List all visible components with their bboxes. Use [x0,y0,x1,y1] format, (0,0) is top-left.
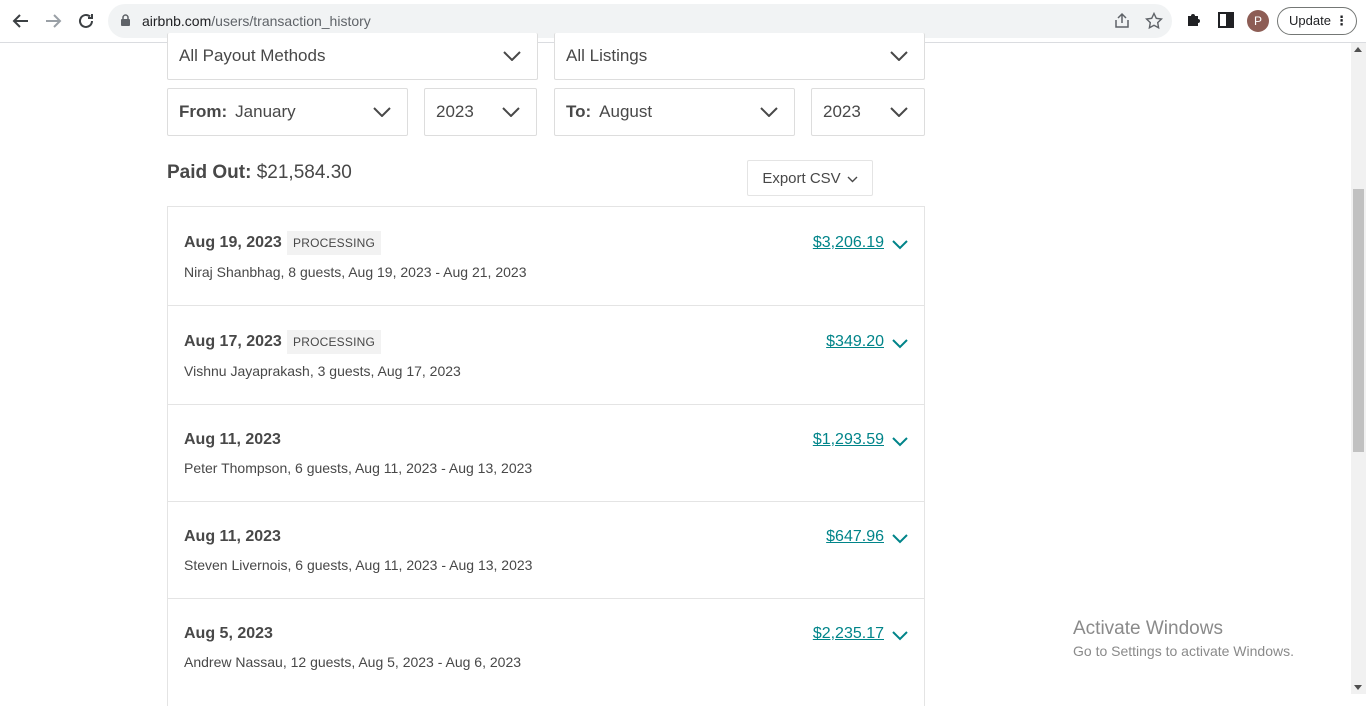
from-month-value: January [235,102,296,121]
transaction-date: Aug 11, 2023 [184,431,281,448]
bookmark-star-icon[interactable] [1144,11,1164,30]
from-label: From: [179,102,228,121]
chevron-down-icon[interactable] [892,531,908,549]
from-month-label: From: January [179,102,296,122]
url-text: airbnb.com/users/transaction_history [142,13,371,29]
share-icon[interactable] [1113,12,1131,30]
chevron-down-icon[interactable] [892,434,908,452]
listings-select[interactable]: All Listings [554,33,925,80]
transaction-date: Aug 5, 2023 [184,625,273,642]
chevron-down-icon [847,170,858,187]
from-year-select[interactable]: 2023 [424,88,537,136]
watermark-title: Activate Windows [1073,618,1223,639]
from-month-select[interactable]: From: January [167,88,408,136]
transaction-date: Aug 11, 2023 [184,528,281,545]
side-panel-icon[interactable] [1217,11,1235,34]
to-month-label: To: August [566,102,652,122]
paid-out-label: Paid Out: [167,162,252,183]
paid-out-value: $21,584.30 [256,162,352,183]
to-label: To: [566,102,592,121]
transaction-row[interactable]: Aug 11, 2023 $647.96 Steven Livernois, 6… [168,502,924,599]
chevron-down-icon [503,46,521,66]
payout-methods-select[interactable]: All Payout Methods [167,33,538,80]
transaction-description: Niraj Shanbhag, 8 guests, Aug 19, 2023 -… [184,264,527,280]
export-csv-label: Export CSV [762,169,841,187]
transaction-amount-link[interactable]: $647.96 [826,528,884,546]
update-label: Update [1289,13,1331,28]
export-csv-button[interactable]: Export CSV [747,160,873,196]
watermark-subtitle: Go to Settings to activate Windows. [1073,643,1294,659]
transaction-description: Peter Thompson, 6 guests, Aug 11, 2023 -… [184,460,533,476]
activate-windows-watermark: Activate Windows Go to Settings to activ… [1073,618,1294,659]
chevron-down-icon [760,102,778,122]
chevron-down-icon [502,102,520,122]
more-vert-icon[interactable]: ⋮ [1335,8,1348,34]
back-arrow-icon[interactable] [8,8,34,34]
to-month-value: August [599,102,653,121]
lock-icon[interactable] [120,14,131,32]
transaction-description: Vishnu Jayaprakash, 3 guests, Aug 17, 20… [184,363,461,379]
chevron-down-icon[interactable] [892,628,908,646]
from-year-value: 2023 [436,102,474,121]
scroll-up-arrow-icon[interactable] [1354,47,1362,52]
transaction-date: Aug 19, 2023 [184,234,282,251]
transaction-row[interactable]: Aug 11, 2023 $1,293.59 Peter Thompson, 6… [168,405,924,502]
profile-avatar[interactable]: P [1247,10,1269,32]
transaction-amount-link[interactable]: $3,206.19 [813,234,884,252]
page-scrollbar[interactable] [1351,43,1366,694]
reload-icon[interactable] [73,8,99,34]
update-button[interactable]: Update ⋮ [1277,7,1357,35]
transaction-row[interactable]: Aug 5, 2023 $2,235.17 Andrew Nassau, 12 … [168,599,924,696]
transaction-date: Aug 17, 2023 [184,333,282,350]
chevron-down-icon [890,102,908,122]
to-year-select[interactable]: 2023 [811,88,925,136]
transaction-description: Andrew Nassau, 12 guests, Aug 5, 2023 - … [184,654,522,670]
status-badge: PROCESSING [287,330,382,354]
chevron-down-icon [890,46,908,66]
status-badge: PROCESSING [287,231,382,255]
chevron-down-icon[interactable] [892,336,908,354]
scroll-down-arrow-icon[interactable] [1354,685,1362,690]
listings-value: All Listings [566,46,648,65]
payout-methods-value: All Payout Methods [179,46,326,65]
chevron-down-icon[interactable] [892,237,908,255]
transaction-amount-link[interactable]: $2,235.17 [813,625,884,643]
transaction-amount-link[interactable]: $1,293.59 [813,431,884,449]
paid-out-summary: Paid Out: $21,584.30 [167,162,352,184]
transaction-row[interactable]: Aug 17, 2023 PROCESSING $349.20 Vishnu J… [168,306,924,405]
forward-arrow-icon[interactable] [40,8,66,34]
transaction-amount-link[interactable]: $349.20 [826,333,884,351]
avatar-letter: P [1253,14,1262,28]
to-year-value: 2023 [823,102,861,121]
chevron-down-icon [373,102,391,122]
transaction-row[interactable]: Aug 19, 2023 PROCESSING $3,206.19 Niraj … [168,207,924,306]
scroll-thumb[interactable] [1353,189,1364,452]
transaction-description: Steven Livernois, 6 guests, Aug 11, 2023… [184,557,533,573]
transaction-list: Aug 19, 2023 PROCESSING $3,206.19 Niraj … [167,206,925,706]
to-month-select[interactable]: To: August [554,88,795,136]
extensions-puzzle-icon[interactable] [1185,11,1203,34]
